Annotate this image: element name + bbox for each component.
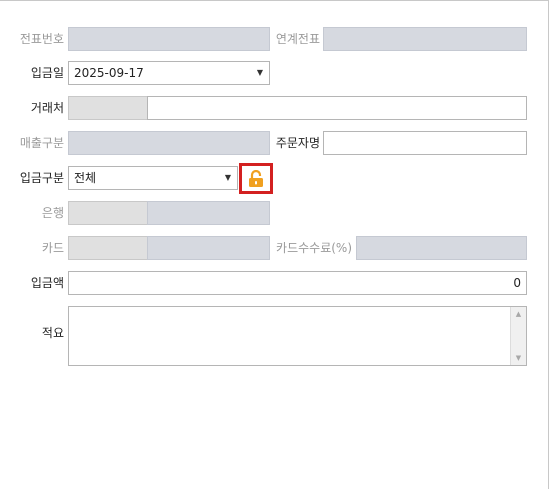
card-code-field (68, 236, 148, 260)
scroll-down-icon[interactable]: ▼ (511, 354, 526, 362)
voucher-number-field (68, 27, 270, 51)
deposit-date-label: 입금일 (30, 66, 64, 80)
voucher-number-label: 전표번호 (19, 32, 64, 46)
card-fee-field (356, 236, 527, 260)
deposit-date-value: 2025-09-17 (74, 66, 144, 80)
card-name-field (147, 236, 270, 260)
linked-voucher-field (323, 27, 527, 51)
memo-label: 적요 (41, 326, 64, 340)
linked-voucher-label: 연계전표 (275, 32, 320, 46)
form-panel: 전표번호 연계전표 입금일 2025-09-17 ▼ 거래처 매출구분 주문자명… (0, 0, 549, 489)
bank-name-field (147, 201, 270, 225)
unlock-icon (249, 170, 263, 187)
deposit-type-value: 전체 (74, 171, 97, 185)
unlock-button[interactable] (239, 163, 273, 194)
memo-textarea[interactable]: ▲ ▼ (68, 306, 527, 366)
deposit-type-label: 입금구분 (19, 171, 64, 185)
client-name-input[interactable] (147, 96, 527, 120)
client-label: 거래처 (30, 101, 64, 115)
scroll-up-icon[interactable]: ▲ (511, 310, 526, 318)
client-code-field (68, 96, 148, 120)
bank-code-field (68, 201, 148, 225)
sales-type-field (68, 131, 270, 155)
deposit-date-picker[interactable]: 2025-09-17 ▼ (68, 61, 270, 85)
orderer-name-label: 주문자명 (275, 136, 320, 150)
amount-label: 입금액 (30, 276, 64, 290)
card-fee-label: 카드수수료(%) (276, 241, 352, 255)
chevron-down-icon[interactable]: ▼ (257, 62, 263, 84)
chevron-down-icon[interactable]: ▼ (225, 167, 231, 189)
memo-scrollbar[interactable]: ▲ ▼ (510, 307, 526, 365)
orderer-name-input[interactable] (323, 131, 527, 155)
deposit-type-select[interactable]: 전체 ▼ (68, 166, 238, 190)
bank-label: 은행 (41, 206, 64, 220)
card-label: 카드 (41, 241, 64, 255)
amount-input[interactable]: 0 (68, 271, 527, 295)
sales-type-label: 매출구분 (19, 136, 64, 150)
